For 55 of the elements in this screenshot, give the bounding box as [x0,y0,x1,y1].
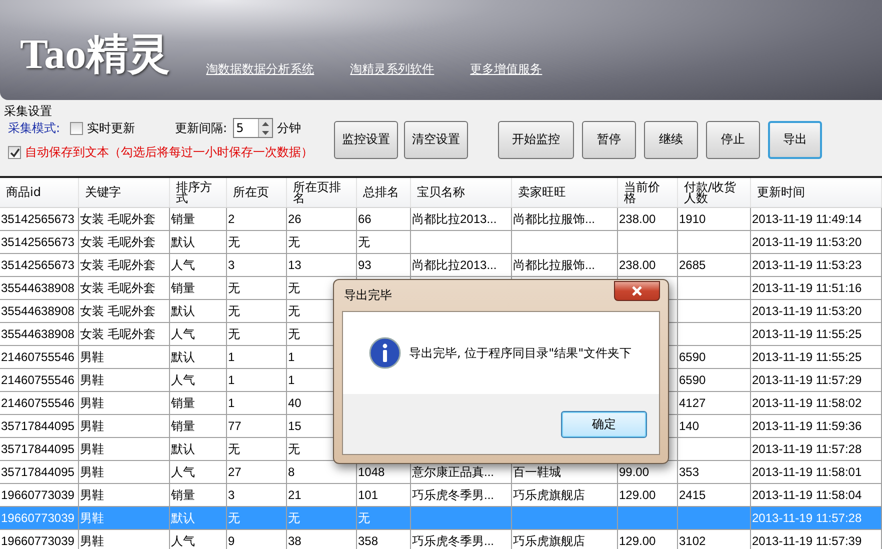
table-cell: 3102 [678,530,751,549]
column-header[interactable]: 总排名 [357,178,411,207]
realtime-label: 实时更新 [87,120,136,136]
table-cell: 129.00 [618,530,678,549]
column-header[interactable]: 商品id [0,178,79,207]
up-arrow-icon [262,122,270,126]
table-cell: 9 [227,530,287,549]
table-cell: 19660773039 [0,530,79,549]
logo: Tao精灵 [20,31,170,80]
banner-link[interactable]: 淘精灵系列软件 [350,61,434,78]
table-cell: 男鞋 [79,530,170,549]
interval-spinner[interactable]: 5 [233,118,274,138]
column-header[interactable]: 排序方式 [170,178,227,207]
column-header[interactable]: 卖家旺旺 [512,178,618,207]
toolbar-button[interactable]: 停止 [706,120,760,158]
table-row[interactable]: 35717844095 男鞋 人气 27 8 1048 意尔康正品真... 百一鞋城 99.00 353 2013-11-19 11:58:01 [0,461,882,484]
table-row[interactable]: 35142565673 女装 毛呢外套 默认 无 无 无 2013-11-19 11:53:20 [0,231,882,254]
ok-button[interactable]: 确定 [561,410,647,438]
dialog-message: 导出完毕, 位于程序同目录"结果"文件夹下 [409,344,632,362]
toolbar-button[interactable]: 监控设置 [334,120,398,158]
table-row[interactable]: 35142565673 女装 毛呢外套 销量 2 26 66 尚都比拉2013... 尚都比拉服饰... 238.00 1910 2013-11-19 11:49:14 [0,208,882,231]
column-header[interactable]: 所在页 [227,178,287,207]
table-row[interactable]: 19660773039 男鞋 人气 9 38 358 巧乐虎冬季男... 巧乐虎旗舰店 129.00 3102 2013-11-19 11:57:39 [0,530,882,549]
interval-unit: 分钟 [277,120,302,136]
close-button[interactable] [614,280,660,300]
column-header[interactable]: 宝贝名称 [411,178,512,207]
column-header[interactable]: 当前价格 [618,178,678,207]
autosave-checkbox[interactable] [8,146,21,159]
table-cell: 巧乐虎冬季男... [411,530,512,549]
table-cell: 巧乐虎旗舰店 [512,530,618,549]
table-cell: 38 [287,530,357,549]
group-title: 采集设置 [4,104,53,118]
check-icon [10,148,20,158]
down-arrow-icon [262,130,270,134]
close-icon [631,286,643,296]
info-icon [369,337,401,369]
column-header[interactable]: 所在页排名 [287,178,357,207]
autosave-label: 自动保存到文本（勾选后将每过一小时保存一次数据） [25,144,313,161]
column-header[interactable]: 更新时间 [751,178,882,207]
column-header[interactable]: 付款/收货人数 [678,178,751,207]
mode-label: 采集模式: [8,120,60,136]
realtime-checkbox[interactable] [70,122,84,134]
banner-link[interactable]: 更多增值服务 [470,61,542,78]
table-cell: 358 [357,530,411,549]
toolbar-button[interactable]: 开始监控 [498,120,574,158]
table-cell: 2013-11-19 11:57:39 [751,530,882,549]
toolbar-button[interactable]: 导出 [768,120,822,158]
toolbar-button[interactable]: 继续 [644,120,698,158]
toolbar-button[interactable]: 清空设置 [404,120,468,158]
table-cell: 人气 [170,530,227,549]
table-row[interactable]: 19660773039 男鞋 销量 3 21 101 巧乐虎冬季男... 巧乐虎旗舰店 129.00 2415 2013-11-19 11:58:04 [0,484,882,507]
interval-label: 更新间隔: [175,120,228,136]
toolbar-button[interactable]: 暂停 [582,120,636,158]
column-header[interactable]: 关键字 [79,178,170,207]
table-row[interactable]: 35142565673 女装 毛呢外套 人气 3 13 93 尚都比拉2013... 尚都比拉服饰... 238.00 2685 2013-11-19 11:53:23 [0,254,882,277]
